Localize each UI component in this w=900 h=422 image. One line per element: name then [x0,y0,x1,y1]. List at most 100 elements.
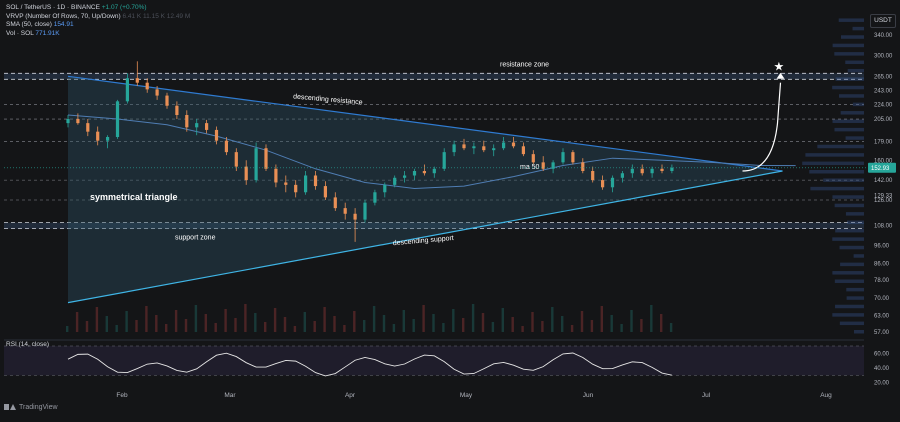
candle-body [244,166,248,181]
volume-bar [234,318,237,332]
price-tick: 224.00 [874,102,893,108]
volume-bar [501,308,504,332]
candle-body [294,184,298,193]
triangle-fill [68,76,783,303]
volume-bar [590,320,594,332]
chart-legend: SOL / TetherUS · 1D · BINANCE +1.07 (+0.… [6,4,190,38]
candle-body [323,186,327,198]
volume-bar [194,305,198,332]
volume-bar [462,318,465,332]
last-price-value: 152.93 [871,166,890,172]
volume-profile-bar [846,287,864,292]
volume-bar [471,304,475,332]
candle-body [125,78,129,102]
chart-stage: ★ resistance zone support zone descending r… [0,0,900,417]
volume-bar [669,323,673,332]
time-label: Jun [583,392,594,399]
candle-body [205,123,209,130]
volume-bar [165,324,168,332]
price-chart[interactable]: ★ resistance zone support zone descending r… [0,0,900,417]
sma-value: 154.91 [53,21,74,29]
volume-bar [254,313,257,332]
volume-bar [115,325,118,332]
volume-bar [283,317,287,332]
time-label: May [460,392,473,399]
volume-profile-bar [839,245,864,250]
volume-bar [353,311,356,332]
volume-bar [135,320,138,332]
candle-body [561,152,565,163]
candle-body [106,137,110,141]
price-axis: 380.00340.00300.00265.00243.00224.00205.… [874,14,893,336]
volume-bar [640,319,643,332]
price-tick: 300.00 [874,54,893,60]
support-zone-label: support zone [175,235,216,242]
candle-body [145,82,149,90]
candle-body [373,192,377,203]
vol-label: Vol · SOL [6,29,34,37]
symmetrical-triangle-label: symmetrical triangle [90,192,178,202]
volume-bar [244,304,247,332]
candle-body [502,142,506,149]
volume-profile-bar [832,43,864,48]
candle-body [601,180,605,188]
candle [264,144,268,171]
candle-body [393,177,397,185]
volume-bar [600,306,603,332]
rsi-tick: 20.00 [874,381,890,387]
candle-body [254,148,258,181]
candle-body [195,123,199,128]
volume-bar [392,324,396,332]
tradingview-brand: TradingView [19,403,58,411]
candle-body [482,146,486,151]
volume-bar [214,323,217,332]
volume-bar [303,312,306,332]
volume-bar [610,315,613,332]
volume-profile-bar [839,321,864,326]
volume-bar [363,320,366,332]
volume-bar [511,317,514,332]
volume-profile-bar [810,186,864,191]
volume-bar [323,307,326,332]
volume-bar [660,314,663,332]
candle-body [452,144,456,153]
time-label: Mar [224,392,236,399]
volume-bar [224,309,227,332]
volume-profile-bar [840,262,864,267]
candle-body [670,167,674,171]
rsi-band [4,346,864,376]
tradingview-logo[interactable]: TradingView [4,403,58,411]
volume-profile-bar [840,111,864,115]
volume-bar [66,326,69,332]
candle [571,150,575,165]
volume-bar [551,307,554,332]
candle-body [284,182,288,185]
volume-bar [620,324,623,332]
candle-body [531,154,535,163]
candle-body [175,105,179,116]
candle-body [492,148,496,151]
candle-body [630,168,634,174]
volume-profile-bar [845,136,864,140]
candle-body [86,123,90,132]
candle-body [660,168,664,171]
volume-profile-bar [847,68,864,73]
candle-body [353,213,357,220]
candle-body [274,168,278,183]
currency-button[interactable]: USDT [870,14,896,28]
time-label: Aug [820,392,832,399]
tradingview-icon [4,403,16,411]
candle-body [264,148,268,169]
price-tick: 142.00 [874,178,893,184]
candle-body [581,162,585,171]
resistance-zone-label: resistance zone [500,61,549,68]
candle-body [66,119,70,124]
candle-body [383,184,387,193]
volume-bar [95,307,99,332]
candle-body [234,152,238,167]
volume-bar [372,306,376,332]
volume-profile-bar [835,228,864,233]
rsi-tick: 60.00 [874,351,890,357]
candle-body [511,142,516,147]
volume-bar [333,316,336,332]
